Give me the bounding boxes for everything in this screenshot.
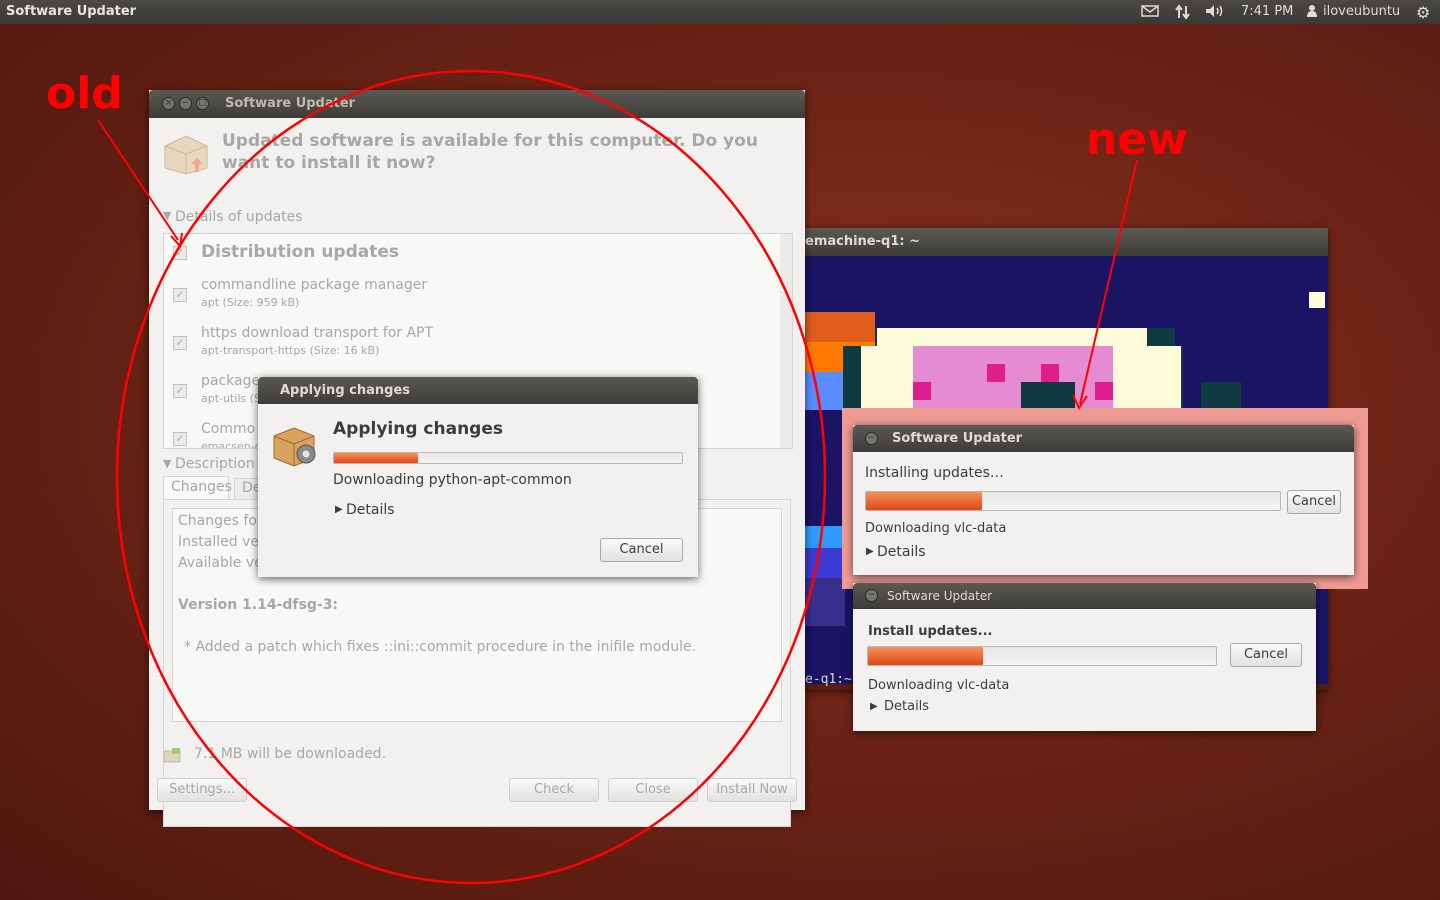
old-ellipse: [115, 69, 827, 885]
new-arrow: [1079, 159, 1138, 405]
annotation-overlay: [97, 69, 1138, 885]
old-arrow: [97, 119, 179, 241]
new-annotation-label: new: [1086, 114, 1188, 165]
old-annotation-label: old: [46, 68, 123, 119]
